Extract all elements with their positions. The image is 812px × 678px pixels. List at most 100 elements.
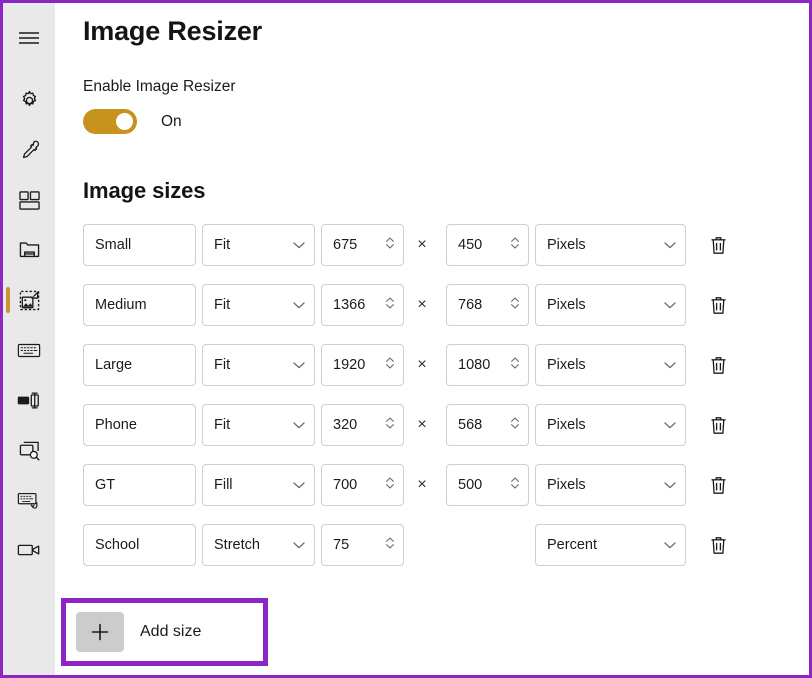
size-fit-dropdown[interactable]: Fit (202, 284, 315, 326)
spinner-updown-icon[interactable] (510, 415, 520, 435)
size-width-value: 1366 (333, 297, 366, 313)
dimension-separator: × (417, 296, 427, 313)
delete-size-button[interactable] (705, 352, 731, 378)
sidebar-item-keyboard-manager[interactable] (3, 325, 55, 375)
size-width-value: 700 (333, 477, 358, 493)
size-fit-dropdown[interactable]: Stretch (202, 524, 315, 566)
size-height-value: 500 (458, 477, 483, 493)
size-name-input[interactable]: Phone (83, 404, 196, 446)
size-width-input[interactable]: 1366 (321, 284, 404, 326)
size-name-input[interactable]: School (83, 524, 196, 566)
chevron-down-icon (293, 237, 305, 253)
sidebar-item-hamburger[interactable] (3, 13, 55, 63)
sidebar-item-power-rename[interactable] (3, 375, 55, 425)
delete-size-button[interactable] (705, 292, 731, 318)
spinner-updown-icon[interactable] (385, 415, 395, 435)
delete-size-button[interactable] (705, 232, 731, 258)
enable-toggle-label: Enable Image Resizer (83, 78, 236, 95)
enable-toggle-row: On (83, 109, 809, 134)
delete-size-button[interactable] (705, 532, 731, 558)
size-unit-value: Pixels (547, 237, 586, 253)
size-unit-value: Pixels (547, 477, 586, 493)
size-fit-dropdown[interactable]: Fit (202, 344, 315, 386)
size-width-input[interactable]: 700 (321, 464, 404, 506)
size-fit-dropdown[interactable]: Fit (202, 404, 315, 446)
size-width-input[interactable]: 320 (321, 404, 404, 446)
spinner-updown-icon[interactable] (385, 235, 395, 255)
delete-size-button[interactable] (705, 412, 731, 438)
image-resizer-icon (18, 289, 41, 312)
spinner-updown-icon[interactable] (385, 475, 395, 495)
sidebar-item-file-explorer[interactable] (3, 225, 55, 275)
add-size-highlight-box: Add size (61, 598, 268, 666)
keyboard-icon (17, 342, 41, 359)
spinner-updown-icon[interactable] (385, 535, 395, 555)
sidebar-item-video-conference[interactable] (3, 525, 55, 575)
spinner-updown-icon[interactable] (385, 295, 395, 315)
size-name-input[interactable]: Medium (83, 284, 196, 326)
toggle-state-label: On (161, 112, 182, 130)
plus-icon (76, 612, 124, 652)
add-size-button[interactable]: Add size (76, 612, 201, 652)
size-width-input[interactable]: 675 (321, 224, 404, 266)
size-unit-dropdown[interactable]: Pixels (535, 344, 686, 386)
size-unit-dropdown[interactable]: Pixels (535, 404, 686, 446)
sidebar-item-powertoys-run[interactable] (3, 425, 55, 475)
dimension-separator: × (417, 476, 427, 493)
keyboard-shortcut-icon (17, 491, 41, 510)
hamburger-menu-icon (18, 30, 40, 46)
spinner-updown-icon[interactable] (510, 475, 520, 495)
image-size-row: Large Fit 1920 × 1080 Pixels (83, 342, 809, 388)
sidebar-navigation (3, 3, 55, 675)
enable-image-resizer-toggle[interactable] (83, 109, 137, 134)
size-fit-dropdown[interactable]: Fit (202, 224, 315, 266)
size-height-input[interactable]: 1080 (446, 344, 529, 386)
spinner-updown-icon[interactable] (510, 355, 520, 375)
gear-icon (18, 89, 41, 112)
size-fit-value: Fit (214, 297, 231, 313)
dimension-separator: × (417, 236, 427, 253)
size-unit-dropdown[interactable]: Pixels (535, 284, 686, 326)
sidebar-item-shortcut-guide[interactable] (3, 475, 55, 525)
size-width-input[interactable]: 1920 (321, 344, 404, 386)
sidebar-item-color-picker[interactable] (3, 125, 55, 175)
sidebar-item-image-resizer[interactable] (3, 275, 55, 325)
size-height-input[interactable]: 568 (446, 404, 529, 446)
size-name-input[interactable]: Small (83, 224, 196, 266)
chevron-down-icon (293, 357, 305, 373)
size-height-input[interactable]: 500 (446, 464, 529, 506)
size-unit-dropdown[interactable]: Pixels (535, 224, 686, 266)
size-width-value: 1920 (333, 357, 366, 373)
size-name-input[interactable]: Large (83, 344, 196, 386)
video-camera-icon (17, 542, 41, 558)
size-unit-value: Pixels (547, 297, 586, 313)
size-width-input[interactable]: 75 (321, 524, 404, 566)
chevron-down-icon (664, 477, 676, 493)
delete-size-button[interactable] (705, 472, 731, 498)
layout-grid-icon (18, 190, 41, 211)
spinner-updown-icon[interactable] (385, 355, 395, 375)
size-height-input[interactable]: 450 (446, 224, 529, 266)
settings-content-pane: Image Resizer Enable Image Resizer On Im… (55, 3, 809, 675)
chevron-down-icon (664, 417, 676, 433)
chevron-down-icon (293, 297, 305, 313)
size-fit-dropdown[interactable]: Fill (202, 464, 315, 506)
size-height-input[interactable]: 768 (446, 284, 529, 326)
size-height-value: 450 (458, 237, 483, 253)
file-explorer-icon (18, 240, 41, 261)
chevron-down-icon (293, 477, 305, 493)
spinner-updown-icon[interactable] (510, 235, 520, 255)
selection-indicator (6, 287, 10, 313)
size-name-input[interactable]: GT (83, 464, 196, 506)
search-window-icon (18, 440, 41, 461)
spinner-updown-icon[interactable] (510, 295, 520, 315)
image-size-row: School Stretch 75 Percent (83, 522, 809, 568)
size-unit-dropdown[interactable]: Percent (535, 524, 686, 566)
sidebar-item-settings[interactable] (3, 75, 55, 125)
chevron-down-icon (664, 537, 676, 553)
size-unit-dropdown[interactable]: Pixels (535, 464, 686, 506)
size-fit-value: Fit (214, 417, 231, 433)
sidebar-item-fancy-zones[interactable] (3, 175, 55, 225)
image-size-row: Small Fit 675 × 450 Pixels (83, 222, 809, 268)
